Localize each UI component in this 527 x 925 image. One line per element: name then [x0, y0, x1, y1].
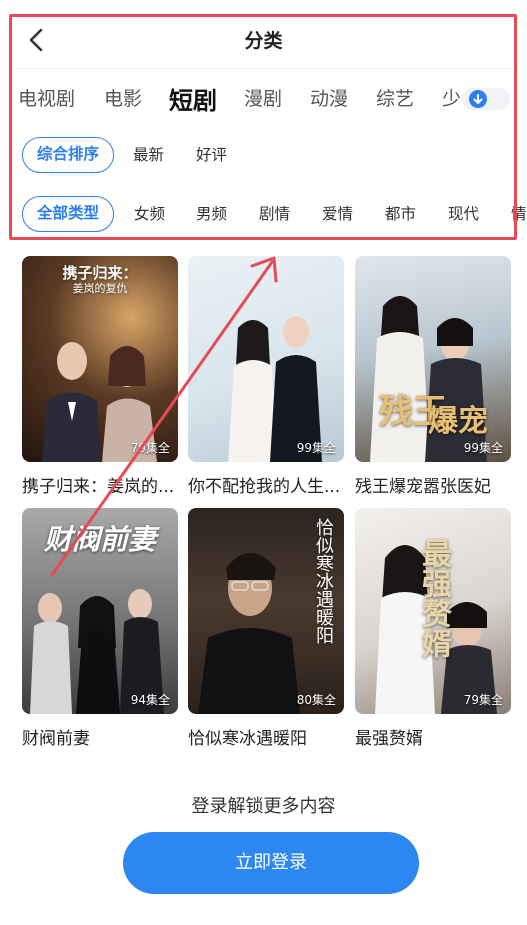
type-all[interactable]: 全部类型 — [22, 196, 115, 232]
tab-anime[interactable]: 动漫 — [310, 84, 348, 111]
tab-variety[interactable]: 综艺 — [376, 84, 414, 111]
drama-card[interactable]: 财阀前妻 94集全 财阀前妻 — [22, 508, 178, 749]
sort-rating[interactable]: 好评 — [196, 137, 227, 173]
drama-title: 残王爆宠嚣张医妃 — [355, 477, 491, 497]
type-male[interactable]: 男频 — [196, 196, 227, 232]
arrow-down-icon — [469, 90, 487, 108]
poster-title-text: 财阀前妻 — [43, 523, 156, 556]
tab-tv-series[interactable]: 电视剧 — [18, 84, 75, 111]
poster-image: 最强赘婿 79集全 — [355, 508, 511, 714]
episode-badge: 79集全 — [130, 441, 170, 455]
drama-card[interactable]: 携子归来： 姜岚的复仇 79集全 携子归来：姜岚的... — [22, 256, 178, 497]
type-plot[interactable]: 剧情 — [259, 196, 290, 232]
episode-badge: 80集全 — [296, 693, 336, 707]
drama-title: 财阀前妻 — [22, 729, 90, 749]
drama-card[interactable]: 最强赘婿 79集全 最强赘婿 — [355, 508, 511, 749]
poster-image: 携子归来： 姜岚的复仇 79集全 — [22, 256, 178, 462]
login-button[interactable]: 立即登录 — [123, 832, 419, 894]
type-filter-row: 全部类型 女频 男频 剧情 爱情 都市 现代 情 — [0, 192, 527, 236]
poster-image: 财阀前妻 94集全 — [22, 508, 178, 714]
type-more[interactable]: 情 — [511, 196, 527, 232]
drama-card[interactable]: 99集全 你不配抢我的人生... — [188, 256, 344, 497]
episode-badge: 94集全 — [130, 693, 170, 707]
poster-title-text: 爆宠 — [428, 404, 488, 439]
category-tabs: 电视剧 电影 短剧 漫剧 动漫 综艺 少 — [0, 70, 527, 126]
poster-image: 恰似寒冰遇暖阳 80集全 — [188, 508, 344, 714]
episode-badge: 79集全 — [463, 693, 503, 707]
type-female[interactable]: 女频 — [134, 196, 165, 232]
sort-latest[interactable]: 最新 — [133, 137, 164, 173]
poster-image: 残王 爆宠 99集全 — [355, 256, 511, 462]
header-divider — [14, 68, 513, 69]
drama-title: 恰似寒冰遇暖阳 — [188, 729, 307, 749]
tab-kids[interactable]: 少 — [442, 84, 461, 111]
type-romance[interactable]: 爱情 — [322, 196, 353, 232]
drama-title: 携子归来：姜岚的... — [22, 477, 175, 497]
episode-badge: 99集全 — [296, 441, 336, 455]
drama-card[interactable]: 残王 爆宠 99集全 残王爆宠嚣张医妃 — [355, 256, 511, 497]
drama-title: 最强赘婿 — [355, 729, 423, 749]
type-modern[interactable]: 现代 — [448, 196, 479, 232]
sort-comprehensive[interactable]: 综合排序 — [22, 137, 115, 173]
tab-movie[interactable]: 电影 — [104, 84, 142, 111]
drama-title: 你不配抢我的人生... — [188, 477, 341, 497]
episode-badge: 99集全 — [463, 441, 503, 455]
drama-card[interactable]: 恰似寒冰遇暖阳 80集全 恰似寒冰遇暖阳 — [188, 508, 344, 749]
sort-filter-row: 综合排序 最新 好评 — [0, 133, 527, 177]
poster-title-text: 恰似寒冰遇暖阳 — [313, 518, 334, 644]
poster-subtitle-text: 姜岚的复仇 — [72, 282, 128, 295]
login-prompt-text: 登录解锁更多内容 — [191, 796, 336, 817]
tab-short-drama[interactable]: 短剧 — [169, 81, 217, 116]
type-urban[interactable]: 都市 — [385, 196, 416, 232]
expand-categories-button[interactable] — [462, 88, 510, 110]
tab-comic-drama[interactable]: 漫剧 — [244, 84, 282, 111]
page-title: 分类 — [244, 30, 283, 52]
top-bar: 分类 — [0, 0, 527, 64]
poster-image: 99集全 — [188, 256, 344, 462]
poster-title-text: 最强赘婿 — [416, 538, 451, 658]
